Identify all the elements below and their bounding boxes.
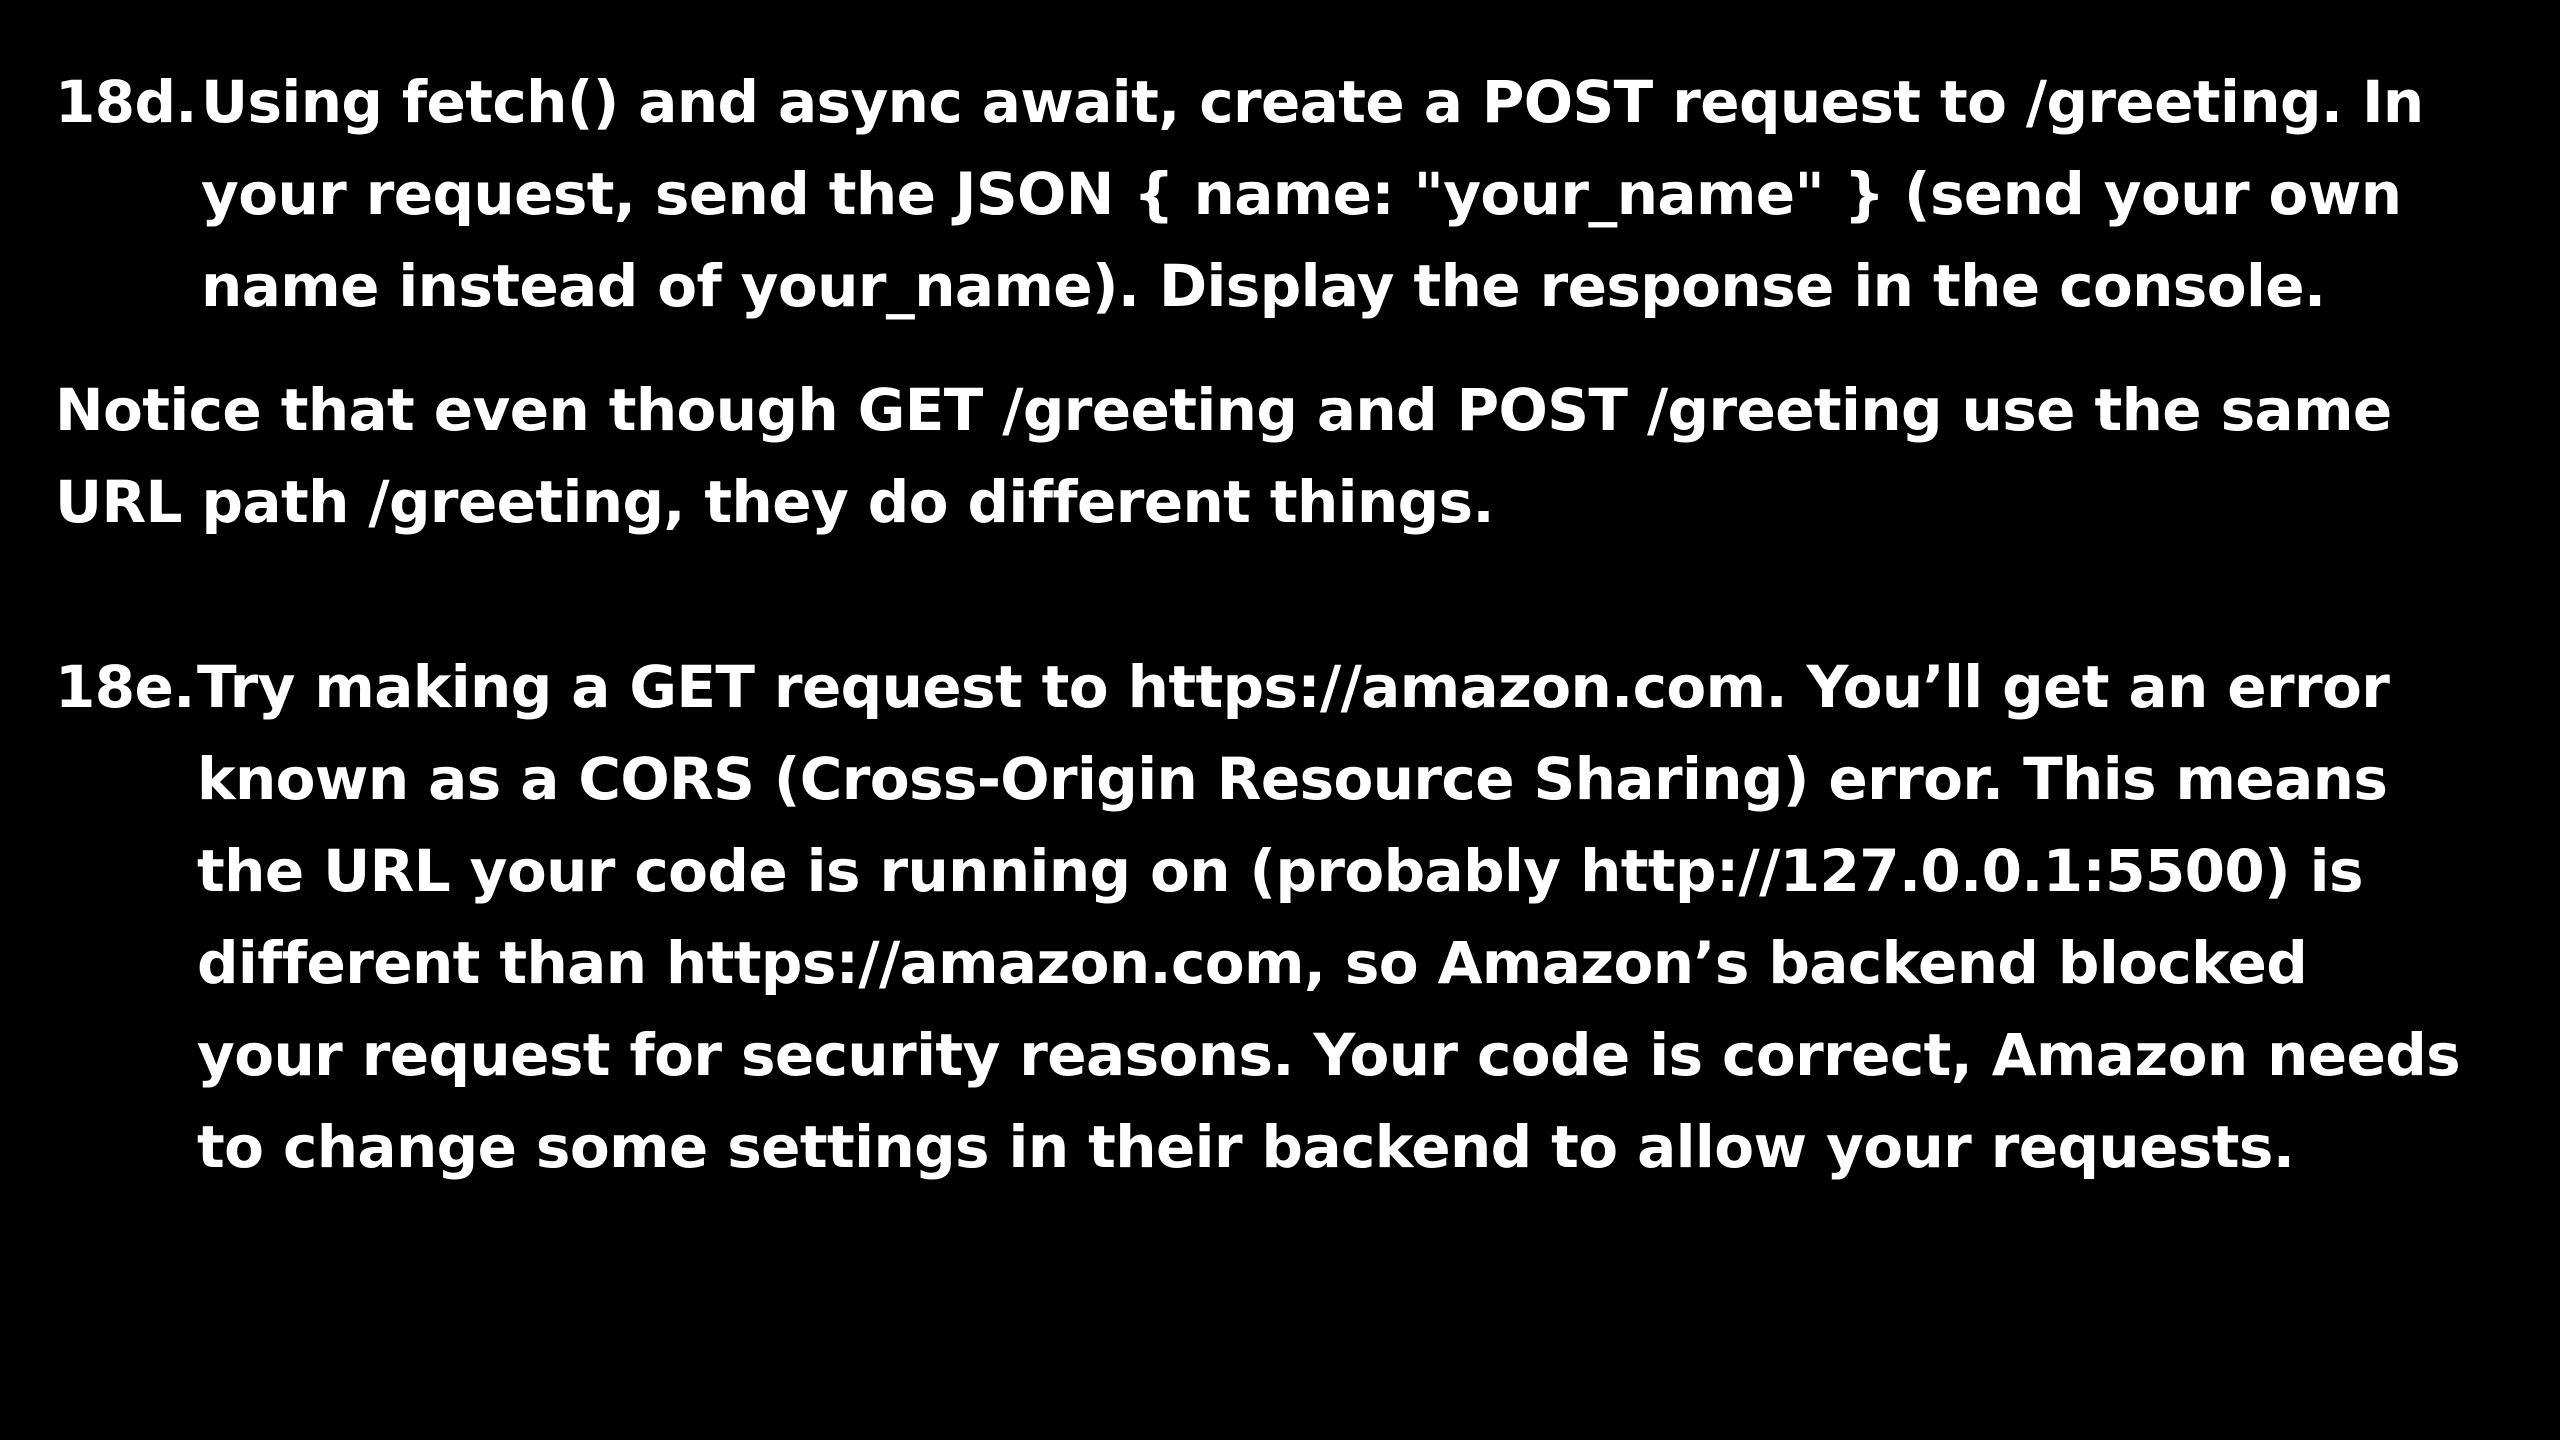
notice-paragraph: Notice that even though GET /greeting an… (55, 364, 2392, 548)
exercise-18d: 18d. Using fetch() and async await, crea… (55, 56, 2535, 332)
text-line: to change some settings in their backend… (197, 1113, 2295, 1181)
exercise-18e: 18e. Try making a GET request to https:/… (55, 641, 2535, 1193)
text-line: Try making a GET request to https://amaz… (197, 653, 2390, 721)
slide: 18d. Using fetch() and async await, crea… (0, 0, 2560, 1440)
text-line: name instead of your_name). Display the … (201, 252, 2326, 320)
text-line: URL path /greeting, they do different th… (55, 468, 1495, 536)
text-line: Using fetch() and async await, create a … (201, 68, 2424, 136)
text-line: your request, send the JSON { name: "you… (201, 160, 2402, 228)
exercise-number: 18d. (55, 68, 197, 136)
text-line: different than https://amazon.com, so Am… (197, 929, 2308, 997)
text-line: Notice that even though GET /greeting an… (55, 376, 2392, 444)
exercise-text: Try making a GET request to https://amaz… (197, 641, 2535, 1193)
text-line: your request for security reasons. Your … (197, 1021, 2461, 1089)
exercise-number: 18e. (55, 653, 195, 721)
text-line: known as a CORS (Cross-Origin Resource S… (197, 745, 2388, 813)
text-line: the URL your code is running on (probabl… (197, 837, 2363, 905)
exercise-text: Using fetch() and async await, create a … (201, 56, 2535, 332)
